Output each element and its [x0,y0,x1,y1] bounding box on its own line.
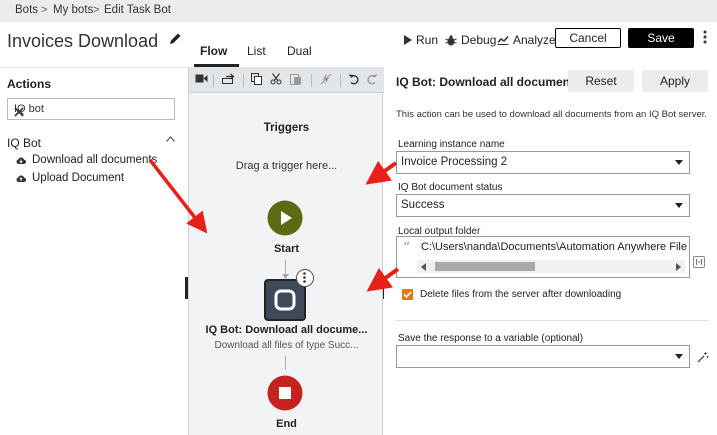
properties-title: IQ Bot: Download all documents [396,75,581,89]
status-label: IQ Bot document status [398,182,503,193]
add-variable-icon[interactable] [222,73,235,85]
stop-icon [279,387,291,399]
breadcrumb-separator: > [41,4,48,16]
more-options-icon[interactable] [703,30,707,44]
play-icon [404,35,412,45]
bug-icon [445,34,457,45]
action-box-icon [274,289,296,311]
run-label: Run [416,33,439,47]
breadcrumb-my-bots[interactable]: My bots [53,4,93,16]
apply-button[interactable]: Apply [642,70,708,92]
learning-instance-value: Invoice Processing 2 [401,156,508,168]
end-node-label: End [276,418,297,430]
actions-panel: Actions IQ bot IQ Bot Download all docum… [0,67,186,435]
reset-button[interactable]: Reset [568,70,634,92]
divider [396,320,708,321]
checkmark-icon [403,291,412,299]
breadcrumb-bots[interactable]: Bots [15,4,38,16]
quote-icon: “ [403,240,411,256]
scroll-left-icon[interactable] [421,263,426,271]
delete-files-checkbox[interactable] [402,289,413,300]
chart-icon [497,36,509,45]
tab-flow[interactable]: Flow [200,44,227,58]
tab-dual[interactable]: Dual [287,44,312,58]
output-folder-value: C:\Users\nanda\Documents\Automation Anyw… [421,241,687,253]
chevron-down-icon [675,160,683,165]
redo-icon[interactable] [366,73,378,85]
toolbar-divider [311,74,312,87]
scroll-right-icon[interactable] [676,263,681,271]
start-node-label: Start [273,243,300,255]
save-response-label: Save the response to a variable (optiona… [398,333,584,344]
node-menu-icon[interactable] [296,269,314,287]
scrollbar-thumb[interactable] [435,262,535,271]
debug-label: Debug [461,33,497,47]
triggers-title: Triggers [263,122,310,134]
action-label: Download all documents [32,154,158,166]
cancel-button[interactable]: Cancel [555,28,621,48]
paste-icon[interactable] [290,73,302,85]
analyze-label: Analyze [513,33,556,47]
action-label: Upload Document [32,172,125,184]
delete-files-label: Delete files from the server after downl… [420,289,622,300]
run-button[interactable]: Run [404,33,438,47]
breadcrumb: Bots > My bots > Edit Task Bot [0,0,717,22]
insert-variable-icon[interactable] [693,256,705,268]
properties-panel: IQ Bot: Download all documents Reset App… [384,67,717,435]
record-icon[interactable] [195,73,208,84]
clear-search-icon[interactable] [14,103,168,117]
chevron-up-icon[interactable] [166,136,175,142]
disable-icon[interactable] [320,73,332,85]
flow-toolbar [189,67,384,93]
start-node[interactable] [267,200,303,236]
save-button[interactable]: Save [628,28,694,48]
flow-connector [285,356,286,370]
debug-button[interactable]: Debug [445,33,496,47]
undo-icon[interactable] [348,73,360,85]
trigger-drop-zone[interactable]: Drag a trigger here... [189,160,384,172]
tab-list[interactable]: List [247,44,266,58]
learning-instance-select[interactable]: Invoice Processing 2 [396,151,690,174]
page-title: Invoices Download [7,31,159,51]
status-value: Success [401,199,445,211]
toolbar-divider [340,74,341,87]
chevron-down-icon [675,354,683,359]
output-folder-input[interactable]: “ C:\Users\nanda\Documents\Automation An… [396,236,690,278]
breadcrumb-separator: > [93,4,100,16]
horizontal-scrollbar[interactable] [417,260,685,273]
action-node-label: IQ Bot: Download all docume... [205,324,368,336]
actions-search-input[interactable]: IQ bot [7,98,175,120]
flow-canvas: Triggers Drag a trigger here... Start IQ… [188,67,384,435]
learning-instance-label: Learning instance name [398,139,505,150]
edit-pencil-icon[interactable] [169,32,182,45]
action-description: This action can be used to download all … [396,109,708,120]
action-node-description: Download all files of type Succ... [214,340,359,351]
toolbar-divider [243,74,244,87]
group-iq-bot[interactable]: IQ Bot [7,136,41,150]
action-upload-document[interactable]: Upload Document [16,172,124,184]
editor-header: Invoices Download Flow List Dual Run Deb… [0,22,717,67]
actions-title: Actions [7,77,52,91]
cut-icon[interactable] [270,73,282,85]
analyze-button[interactable]: Analyze [497,33,556,47]
cloud-upload-icon [16,174,26,182]
status-select[interactable]: Success [396,194,690,217]
end-node[interactable] [267,375,303,411]
magic-wand-icon[interactable] [697,351,709,363]
cloud-download-icon [16,156,26,164]
breadcrumb-current: Edit Task Bot [104,4,171,16]
action-download-all-documents[interactable]: Download all documents [16,154,157,166]
toolbar-divider [213,74,214,87]
save-response-select[interactable] [396,345,690,368]
chevron-down-icon [675,203,683,208]
copy-icon[interactable] [251,73,263,85]
